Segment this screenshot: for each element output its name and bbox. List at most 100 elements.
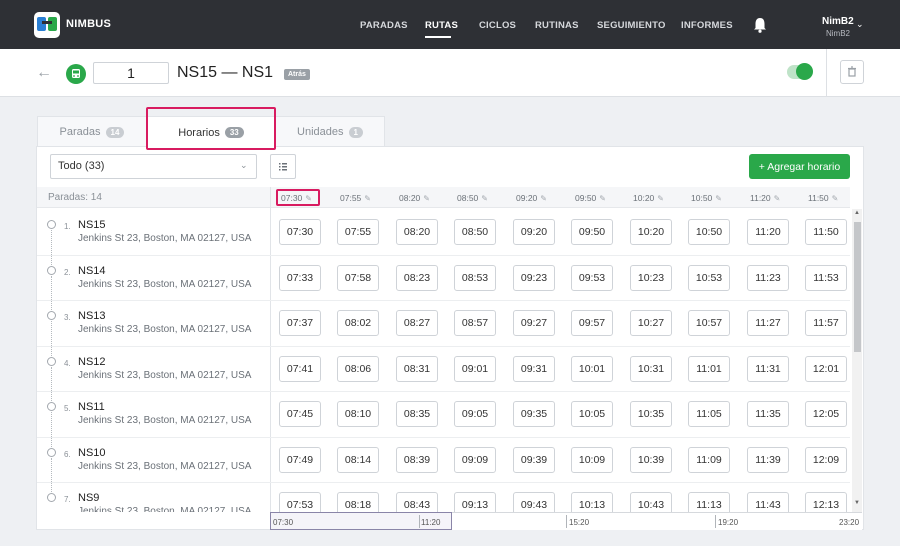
schedule-time-cell[interactable]: 11:09 <box>688 446 730 473</box>
schedule-time-cell[interactable]: 11:53 <box>805 264 847 291</box>
schedule-time-cell[interactable]: 11:01 <box>688 355 730 382</box>
schedule-time-cell[interactable]: 10:27 <box>630 310 672 336</box>
scrollbar-thumb[interactable] <box>854 222 861 352</box>
row-divider <box>37 391 850 392</box>
schedule-time-cell[interactable]: 08:35 <box>396 401 438 427</box>
stop-name: NS11 <box>78 401 105 413</box>
schedule-time-cell[interactable]: 10:09 <box>571 446 613 473</box>
schedule-time-cell[interactable]: 08:18 <box>337 492 379 512</box>
schedule-time-cell[interactable]: 08:57 <box>454 310 496 336</box>
schedule-time-cell[interactable]: 11:05 <box>688 401 730 427</box>
row-divider <box>37 254 850 256</box>
schedule-time-cell[interactable]: 08:14 <box>337 446 379 473</box>
chevron-down-icon[interactable]: ⌄ <box>856 19 864 30</box>
schedule-time-cell[interactable]: 10:01 <box>571 355 613 382</box>
stop-index: 5. <box>64 404 71 413</box>
schedule-time-cell[interactable]: 11:35 <box>747 401 789 427</box>
schedule-time-cell[interactable]: 10:50 <box>688 219 730 245</box>
schedule-time-cell[interactable]: 10:35 <box>630 401 672 427</box>
schedule-time-cell[interactable]: 09:20 <box>513 219 555 245</box>
schedule-time-cell[interactable]: 08:43 <box>396 492 438 512</box>
schedule-time-cell[interactable]: 08:02 <box>337 310 379 336</box>
schedule-time-cell[interactable]: 07:58 <box>337 264 379 291</box>
timeline-label: 07:30 <box>273 518 294 527</box>
row-divider <box>37 345 850 347</box>
timeline-tick <box>419 515 420 528</box>
stop-index: 1. <box>64 222 71 231</box>
stop-marker-icon <box>47 493 56 502</box>
schedule-time-cell[interactable]: 09:53 <box>571 264 613 291</box>
schedule-time-cell[interactable]: 09:31 <box>513 355 555 382</box>
schedule-time-cell[interactable]: 09:57 <box>571 310 613 336</box>
schedule-time-cell[interactable]: 10:43 <box>630 492 672 512</box>
schedule-time-cell[interactable]: 11:13 <box>688 492 730 512</box>
stop-index: 3. <box>64 313 71 322</box>
stop-connector <box>51 366 52 401</box>
schedule-time-cell[interactable]: 12:01 <box>805 355 847 382</box>
scroll-down-icon[interactable]: ▼ <box>854 500 860 506</box>
schedule-time-cell[interactable]: 11:39 <box>747 446 789 473</box>
schedule-time-cell[interactable]: 10:53 <box>688 264 730 291</box>
schedule-time-cell[interactable]: 07:45 <box>279 401 321 427</box>
stop-name: NS15 <box>78 219 106 231</box>
schedule-time-cell[interactable]: 08:31 <box>396 355 438 382</box>
schedule-time-cell[interactable]: 09:05 <box>454 401 496 427</box>
schedule-time-cell[interactable]: 11:31 <box>747 355 789 382</box>
timeline-tick <box>715 515 716 528</box>
schedule-time-cell[interactable]: 07:41 <box>279 355 321 382</box>
schedule-time-cell[interactable]: 09:35 <box>513 401 555 427</box>
timeline-label: 15:20 <box>569 518 590 527</box>
schedule-time-cell[interactable]: 08:20 <box>396 219 438 245</box>
schedule-time-cell[interactable]: 11:57 <box>805 310 847 336</box>
stop-marker-icon <box>47 265 56 275</box>
stop-connector <box>51 412 52 447</box>
stop-address: Jenkins St 23, Boston, MA 02127, USA <box>78 460 252 472</box>
schedule-time-cell[interactable]: 10:13 <box>571 492 613 512</box>
schedule-time-cell[interactable]: 08:50 <box>454 219 496 245</box>
schedule-time-cell[interactable]: 09:23 <box>513 264 555 291</box>
schedule-time-cell[interactable]: 07:33 <box>279 264 321 291</box>
schedule-time-cell[interactable]: 08:10 <box>337 401 379 427</box>
schedule-time-cell[interactable]: 07:30 <box>279 219 321 245</box>
schedule-time-cell[interactable]: 11:50 <box>805 219 847 245</box>
schedule-time-cell[interactable]: 09:43 <box>513 492 555 512</box>
schedule-time-cell[interactable]: 09:13 <box>454 492 496 512</box>
schedule-time-cell[interactable]: 09:27 <box>513 310 555 336</box>
schedule-time-cell[interactable]: 08:27 <box>396 310 438 336</box>
schedule-time-cell[interactable]: 12:13 <box>805 492 847 512</box>
schedule-time-cell[interactable]: 08:53 <box>454 264 496 291</box>
schedule-time-cell[interactable]: 08:39 <box>396 446 438 473</box>
stop-address: Jenkins St 23, Boston, MA 02127, USA <box>78 415 252 426</box>
schedule-time-cell[interactable]: 12:05 <box>805 401 847 427</box>
schedule-time-cell[interactable]: 07:37 <box>279 310 321 336</box>
schedule-time-cell[interactable]: 11:43 <box>747 492 789 512</box>
timeline-label: 23:20 <box>839 518 860 527</box>
schedule-time-cell[interactable]: 07:55 <box>337 219 379 245</box>
schedule-time-cell[interactable]: 09:01 <box>454 355 496 382</box>
scroll-up-icon[interactable]: ▲ <box>854 210 860 216</box>
schedule-time-cell[interactable]: 10:20 <box>630 219 672 245</box>
stop-marker-icon <box>47 356 56 366</box>
timeline-label: 19:20 <box>718 518 739 527</box>
schedule-time-cell[interactable]: 09:50 <box>571 219 613 245</box>
schedule-time-cell[interactable]: 08:06 <box>337 355 379 382</box>
schedule-time-cell[interactable]: 12:09 <box>805 446 847 473</box>
stop-name: NS10 <box>78 446 106 459</box>
schedule-time-cell[interactable]: 08:23 <box>396 264 438 291</box>
schedule-time-cell[interactable]: 07:49 <box>279 446 321 473</box>
schedule-time-cell[interactable]: 11:23 <box>747 264 789 291</box>
schedule-time-cell[interactable]: 10:05 <box>571 401 613 427</box>
schedule-time-cell[interactable]: 10:31 <box>630 355 672 382</box>
schedule-time-cell[interactable]: 10:57 <box>688 310 730 336</box>
stop-address: Jenkins St 23, Boston, MA 02127, USA <box>78 278 252 290</box>
schedule-time-cell[interactable]: 10:23 <box>630 264 672 291</box>
schedule-time-cell[interactable]: 09:39 <box>513 446 555 473</box>
stop-marker-icon <box>47 220 56 229</box>
schedule-time-cell[interactable]: 09:09 <box>454 446 496 473</box>
stop-name: NS12 <box>78 355 106 368</box>
schedule-time-cell[interactable]: 07:53 <box>279 492 321 512</box>
schedule-time-cell[interactable]: 10:39 <box>630 446 672 473</box>
schedule-time-cell[interactable]: 11:20 <box>747 219 789 245</box>
timeline-label: 11:20 <box>421 518 441 527</box>
schedule-time-cell[interactable]: 11:27 <box>747 310 789 336</box>
